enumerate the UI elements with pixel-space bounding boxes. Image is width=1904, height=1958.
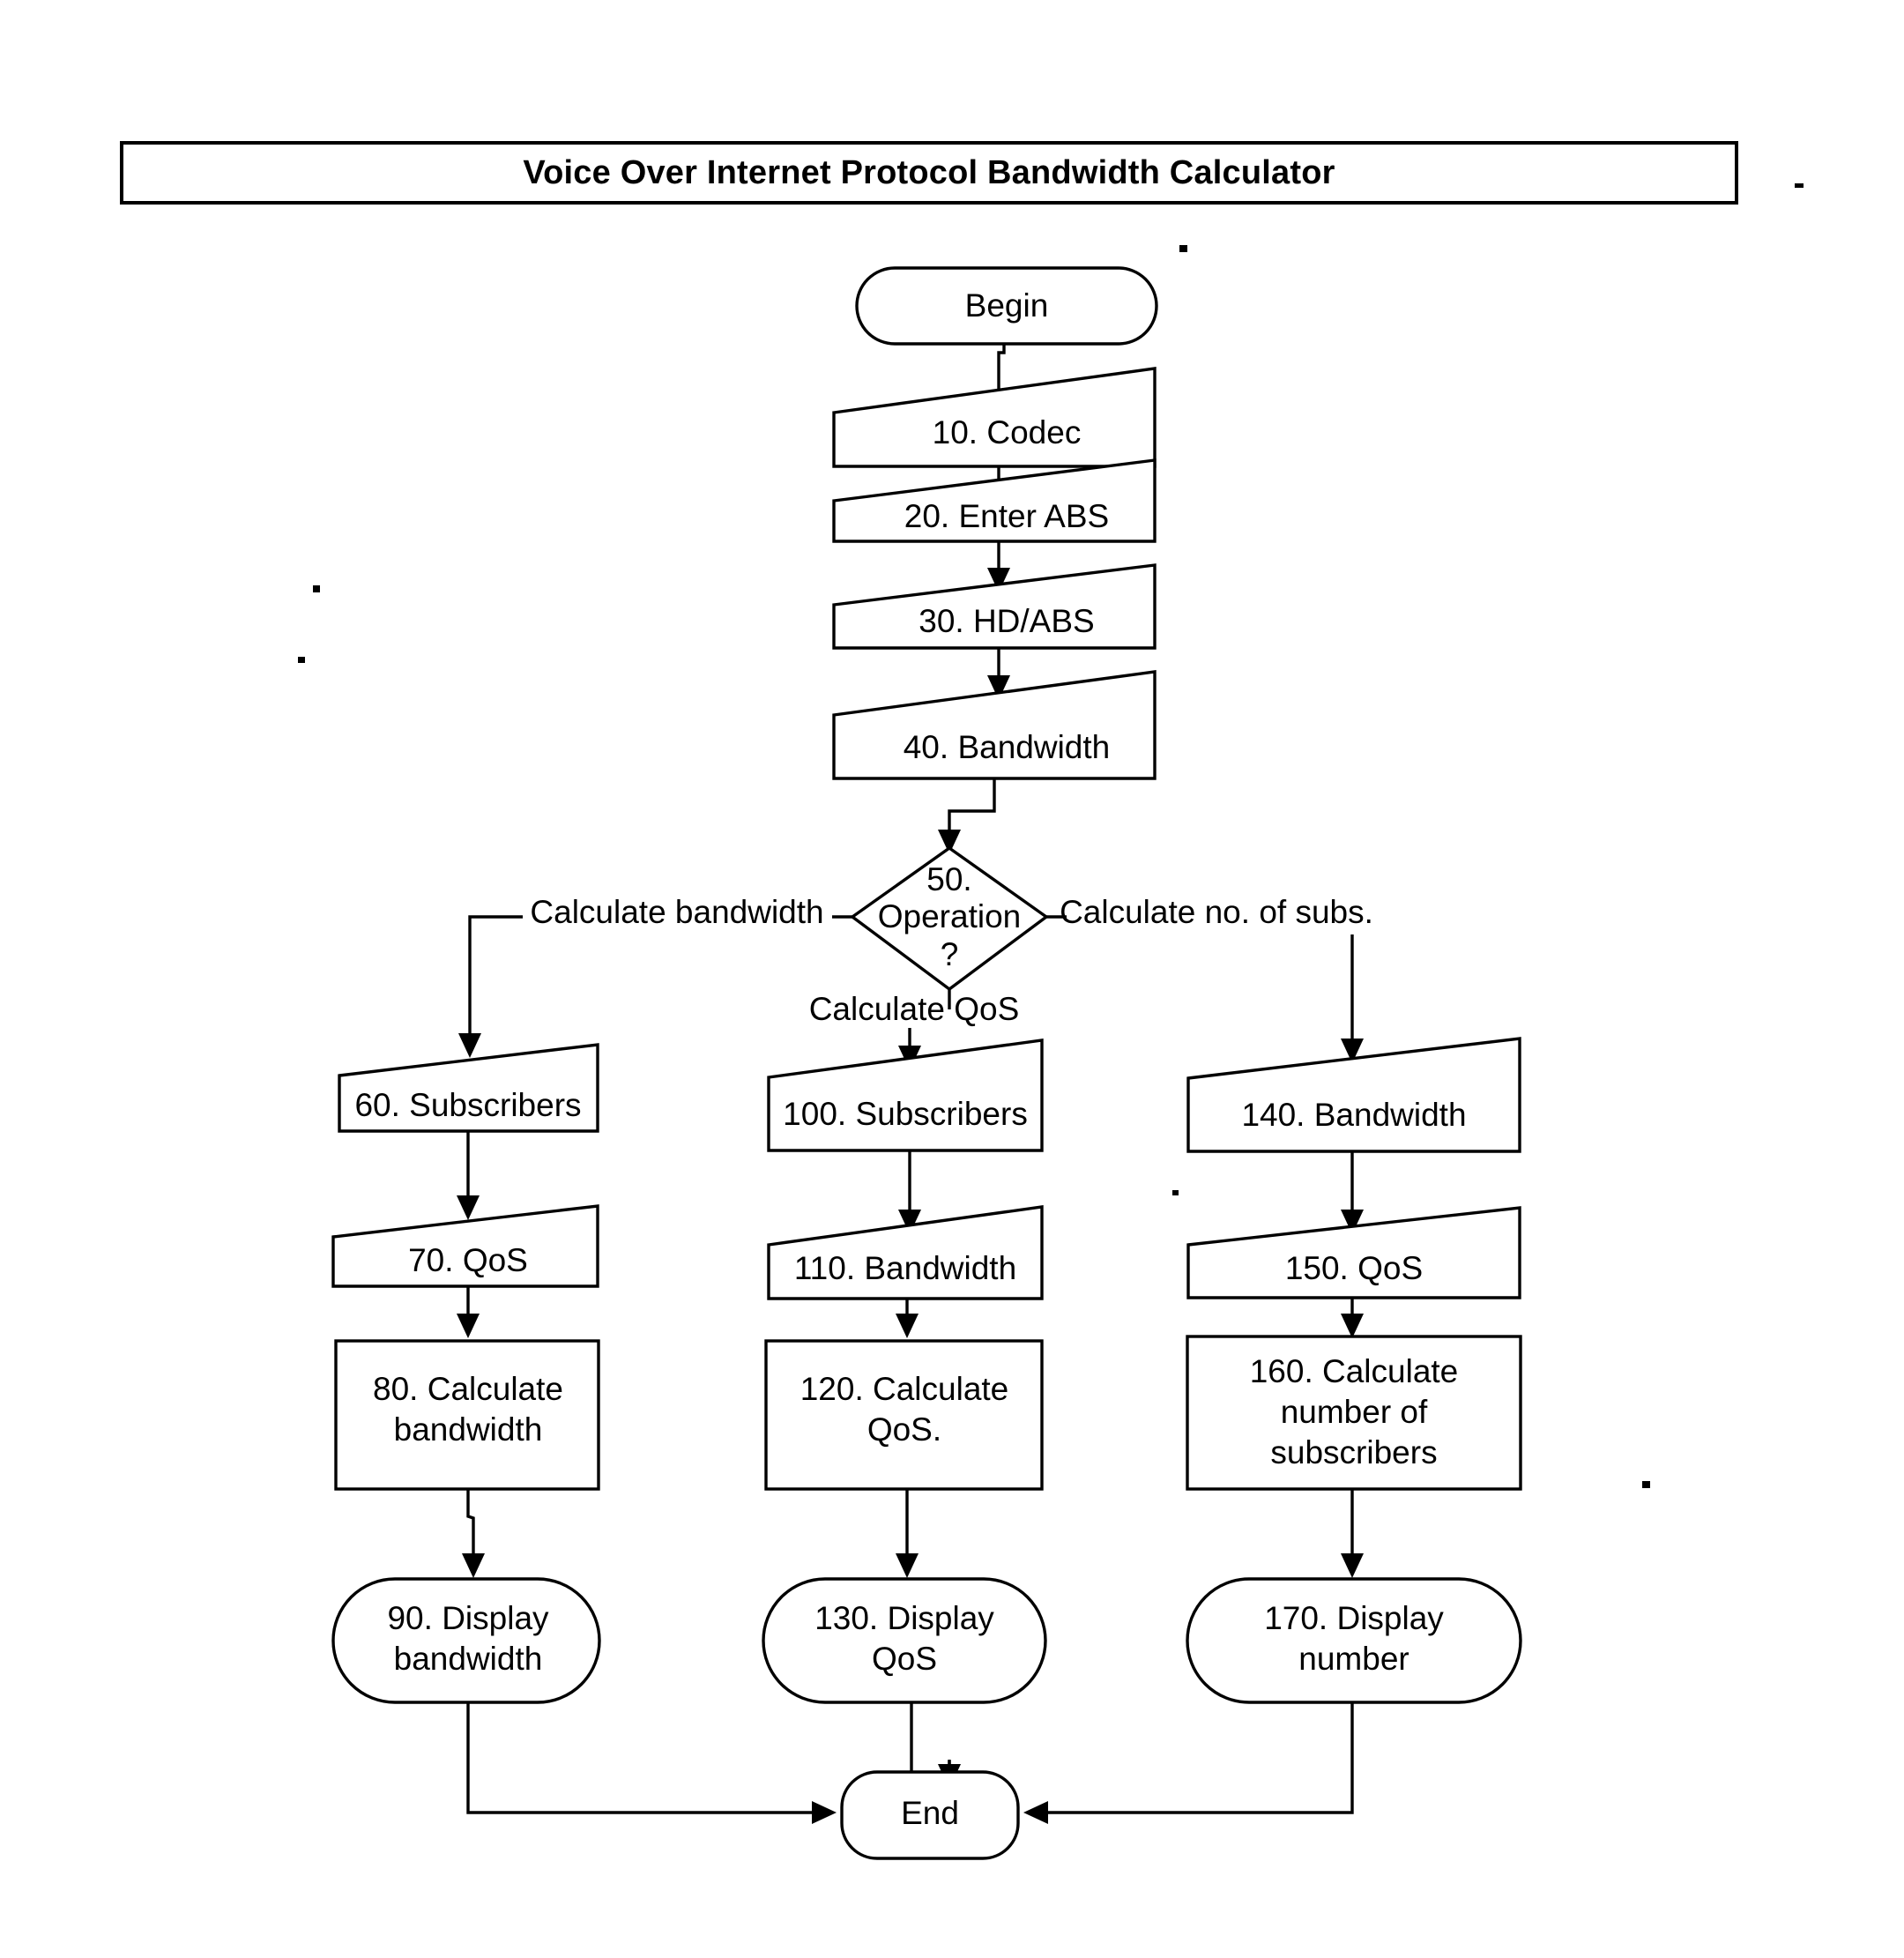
node-10-codec: 10. Codec [832, 367, 1157, 468]
node-160-label-line2: number of [1281, 1394, 1428, 1430]
node-60-subscribers: 60. Subscribers [338, 1043, 599, 1133]
speck-2 [298, 657, 305, 663]
edge-110-to-120 [896, 1299, 919, 1338]
node-130-display-qos: 130. Display QoS [762, 1577, 1047, 1704]
node-80-label-line2: bandwidth [394, 1411, 543, 1448]
node-170-label-line1: 170. Display [1264, 1600, 1444, 1636]
node-20-enter-abs: 20. Enter ABS [832, 458, 1157, 543]
speck-4 [1795, 183, 1804, 188]
node-100-label: 100. Subscribers [783, 1096, 1028, 1132]
node-90-display-bandwidth: 90. Display bandwidth [331, 1577, 601, 1704]
edge-140-to-150 [1341, 1151, 1364, 1234]
node-begin: Begin [855, 266, 1158, 346]
speck-5 [1642, 1481, 1650, 1488]
edge-50-to-140: Calculate no. of subs. [1046, 894, 1373, 1063]
edge-60-to-70 [457, 1131, 480, 1220]
scan-artifacts [298, 183, 1804, 1488]
edge-70-to-80 [457, 1286, 480, 1338]
end-label: End [901, 1795, 959, 1831]
node-120-label-line2: QoS. [867, 1411, 941, 1448]
node-20-label: 20. Enter ABS [904, 498, 1109, 534]
node-70-qos: 70. QoS [331, 1204, 599, 1288]
speck-6 [1172, 1190, 1179, 1195]
node-120-label-line1: 120. Calculate [800, 1371, 1009, 1407]
node-140-label: 140. Bandwidth [1241, 1097, 1466, 1133]
node-50-operation-decision: 50. Operation ? [850, 845, 1049, 992]
node-50-label-line1: 50. [926, 861, 971, 897]
speck-3 [1179, 245, 1187, 252]
node-70-label: 70. QoS [408, 1242, 528, 1278]
edge-160-to-170 [1341, 1489, 1364, 1578]
edge-80-to-90 [462, 1489, 485, 1578]
edge-50-to-60: Calculate bandwidth [458, 894, 852, 1058]
node-end: End [840, 1770, 1020, 1860]
flowchart-canvas: Begin 10. Codec 20. Enter ABS 30. HD/ABS… [298, 183, 1804, 1860]
edge-label-calculate-no-of-subs: Calculate no. of subs. [1060, 894, 1373, 930]
node-50-label-line2: Operation [878, 898, 1022, 934]
edge-90-to-end [466, 1702, 837, 1824]
node-90-label-line2: bandwidth [394, 1641, 543, 1677]
edge-label-calculate-qos: Calculate QoS [809, 991, 1020, 1027]
node-40-label: 40. Bandwidth [904, 729, 1111, 765]
speck-1 [313, 585, 320, 592]
node-170-label-line2: number [1298, 1641, 1409, 1677]
flowchart-page: Voice Over Internet Protocol Bandwidth C… [0, 0, 1904, 1958]
begin-label: Begin [965, 287, 1049, 324]
node-10-label: 10. Codec [933, 414, 1082, 450]
edge-40-to-50 [938, 778, 996, 854]
node-50-label-line3: ? [941, 936, 959, 972]
edge-170-to-end [1023, 1702, 1354, 1824]
node-90-label-line1: 90. Display [387, 1600, 549, 1636]
node-110-label: 110. Bandwidth [794, 1250, 1016, 1286]
edge-120-to-130 [896, 1489, 919, 1578]
node-60-label: 60. Subscribers [354, 1087, 581, 1123]
edge-100-to-110 [898, 1150, 921, 1234]
node-160-label-line3: subscribers [1270, 1434, 1437, 1470]
node-150-label: 150. QoS [1285, 1250, 1423, 1286]
node-120-calculate-qos: 120. Calculate QoS. [764, 1339, 1044, 1491]
node-30-label: 30. HD/ABS [919, 603, 1094, 639]
node-80-label-line1: 80. Calculate [373, 1371, 563, 1407]
edge-label-calculate-bandwidth: Calculate bandwidth [530, 894, 823, 930]
edge-150-to-160 [1341, 1298, 1364, 1338]
node-170-display-number: 170. Display number [1186, 1577, 1522, 1704]
node-160-label-line1: 160. Calculate [1250, 1353, 1459, 1389]
node-80-calculate-bandwidth: 80. Calculate bandwidth [334, 1339, 600, 1491]
node-130-label-line1: 130. Display [814, 1600, 994, 1636]
node-130-label-line2: QoS [872, 1641, 937, 1677]
node-160-calculate-number: 160. Calculate number of subscribers [1186, 1335, 1522, 1491]
